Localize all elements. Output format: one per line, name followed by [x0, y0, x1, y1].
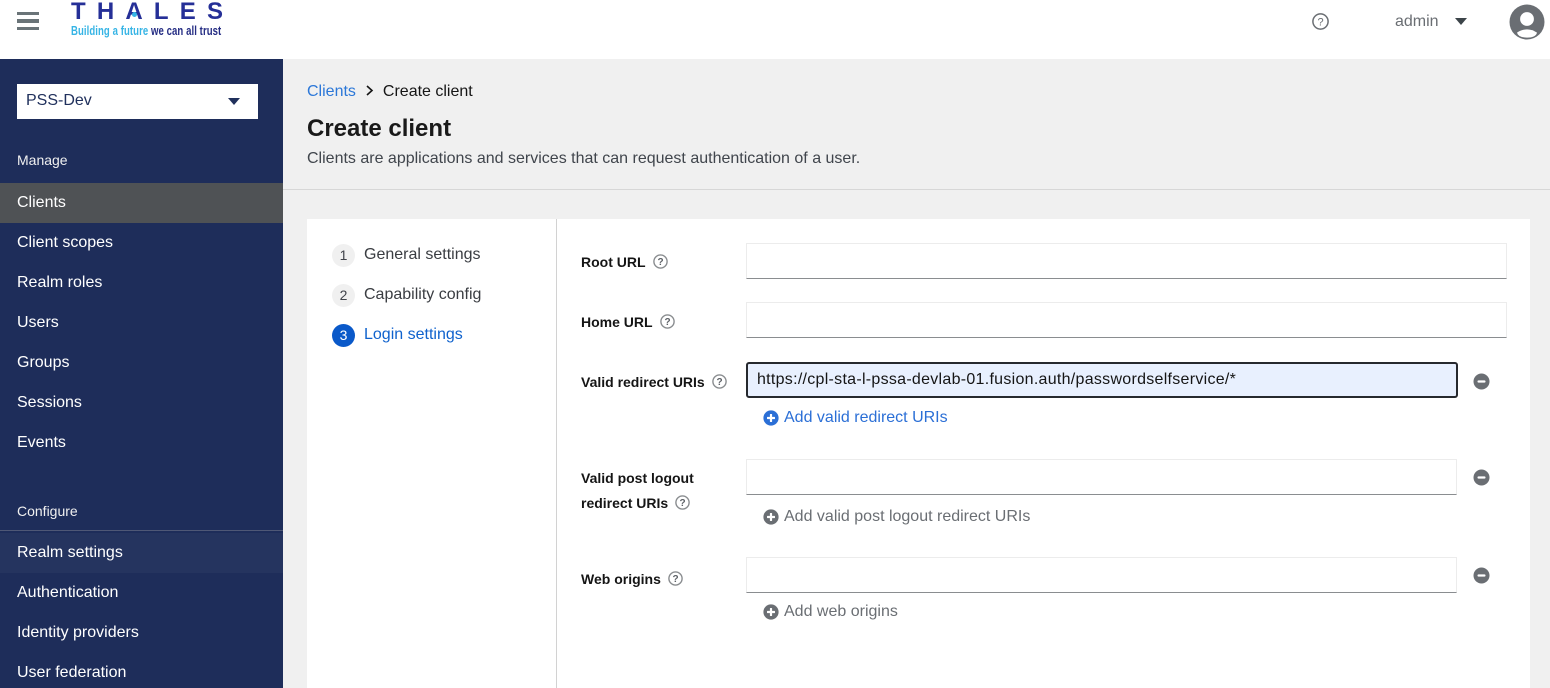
svg-text:?: ?: [1317, 17, 1323, 29]
svg-text:?: ?: [680, 498, 686, 509]
svg-text:?: ?: [716, 377, 722, 388]
svg-text:?: ?: [657, 257, 663, 268]
svg-text:?: ?: [664, 317, 670, 328]
svg-text:?: ?: [672, 574, 678, 585]
